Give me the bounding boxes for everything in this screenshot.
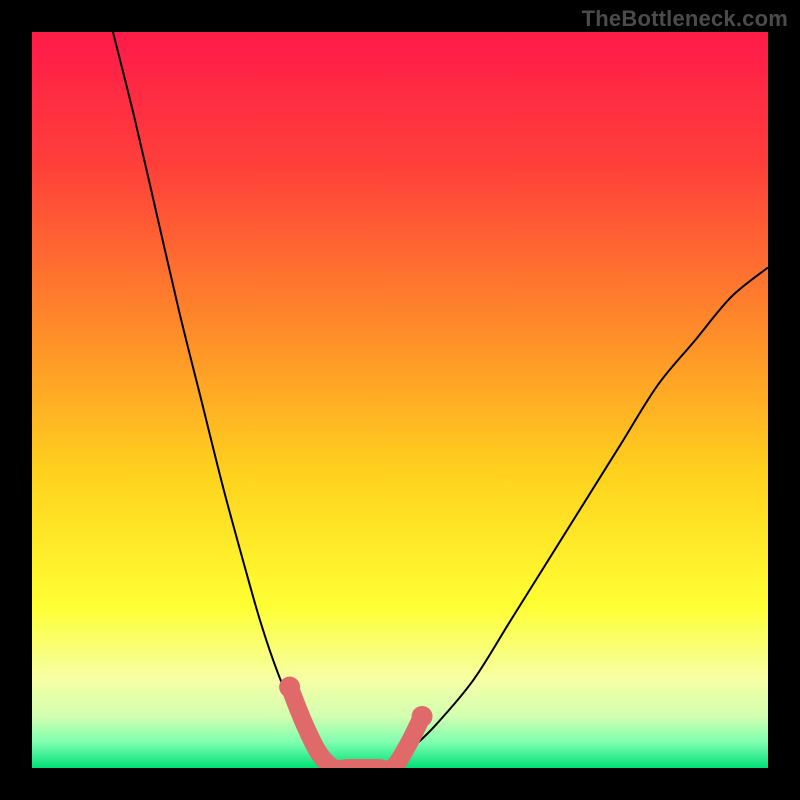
chart-frame: TheBottleneck.com (0, 0, 800, 800)
highlight-dot (279, 677, 300, 698)
bottom-highlight (290, 687, 422, 768)
watermark-text: TheBottleneck.com (582, 6, 788, 32)
curve-right (393, 268, 768, 768)
curve-left (113, 32, 326, 768)
highlight-dot (412, 706, 433, 727)
plot-area (32, 32, 768, 768)
curve-layer (32, 32, 768, 768)
